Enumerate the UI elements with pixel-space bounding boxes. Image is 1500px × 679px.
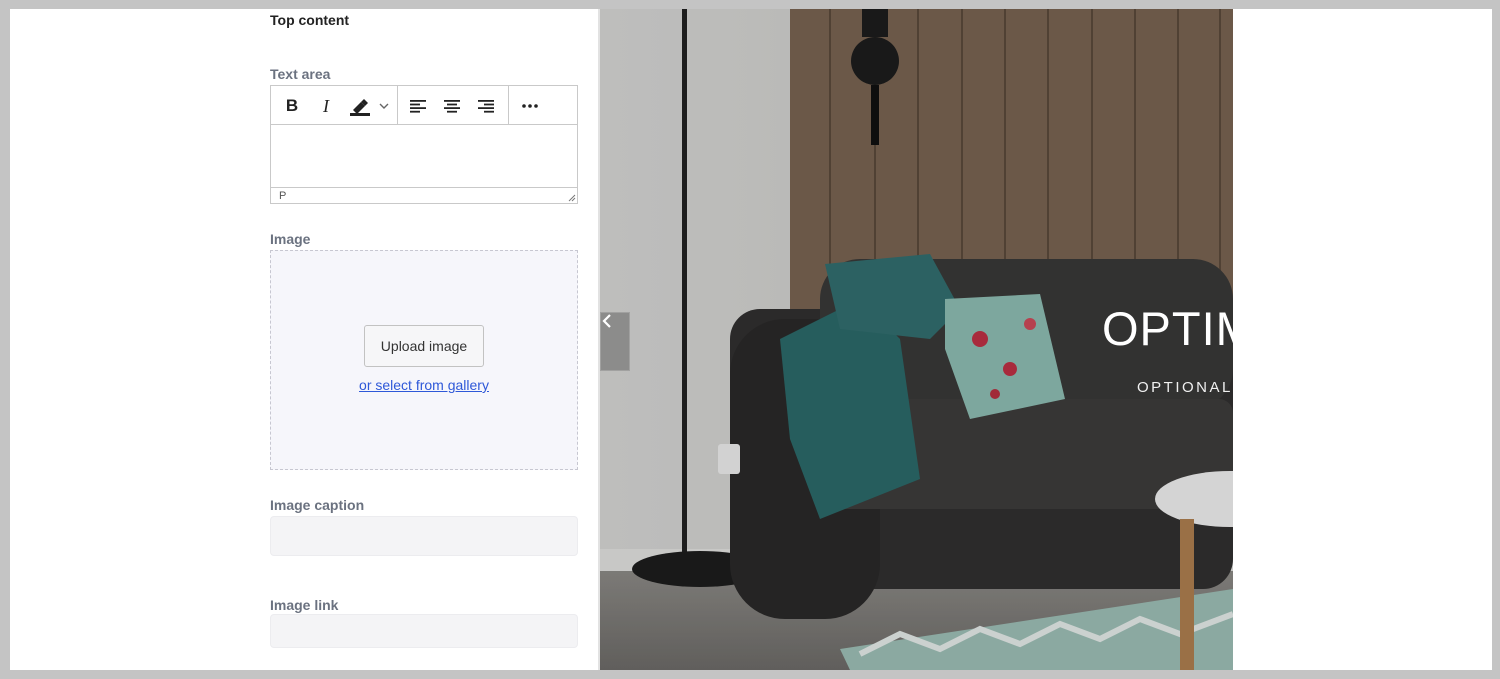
ellipsis-icon — [522, 104, 538, 108]
highlight-color-button[interactable] — [347, 93, 391, 119]
hero-subtitle: OPTIONAL T — [1137, 379, 1233, 396]
section-title: Top content — [270, 12, 350, 28]
editor-toolbar: B I — [271, 86, 577, 125]
align-left-button[interactable] — [405, 93, 431, 119]
image-link-input[interactable] — [270, 614, 578, 648]
italic-button[interactable]: I — [313, 93, 339, 119]
bold-button[interactable]: B — [279, 93, 305, 119]
upload-image-button[interactable]: Upload image — [364, 325, 484, 367]
image-link-label: Image link — [270, 597, 339, 613]
align-left-icon — [410, 100, 426, 113]
editor-content-area[interactable] — [271, 126, 577, 187]
image-label: Image — [270, 231, 311, 247]
select-from-gallery-link[interactable]: or select from gallery — [271, 377, 577, 393]
align-center-icon — [444, 100, 460, 113]
image-caption-input[interactable] — [270, 516, 578, 556]
align-right-icon — [478, 100, 494, 113]
more-options-button[interactable] — [517, 93, 543, 119]
resize-handle-icon[interactable] — [567, 193, 576, 202]
content-settings-panel: Top content Text area B I P Image Upload… — [260, 9, 599, 670]
text-area-label: Text area — [270, 66, 331, 82]
toolbar-separator — [508, 86, 509, 125]
image-dropzone[interactable]: Upload image or select from gallery — [270, 250, 578, 470]
align-center-button[interactable] — [439, 93, 465, 119]
editor-frame: Top content Text area B I P Image Upload… — [10, 9, 1492, 670]
editor-element-path: P — [271, 187, 577, 204]
align-right-button[interactable] — [473, 93, 499, 119]
hero-slider-preview: OPTIM OPTIONAL T — [600, 9, 1233, 670]
hero-title: OPTIM — [1102, 302, 1233, 355]
image-caption-label: Image caption — [270, 497, 365, 513]
toolbar-separator — [397, 86, 398, 125]
chevron-left-icon — [602, 314, 611, 328]
highlighter-icon — [350, 99, 389, 116]
slider-prev-button[interactable] — [600, 312, 630, 371]
rich-text-editor: B I P — [270, 85, 578, 204]
